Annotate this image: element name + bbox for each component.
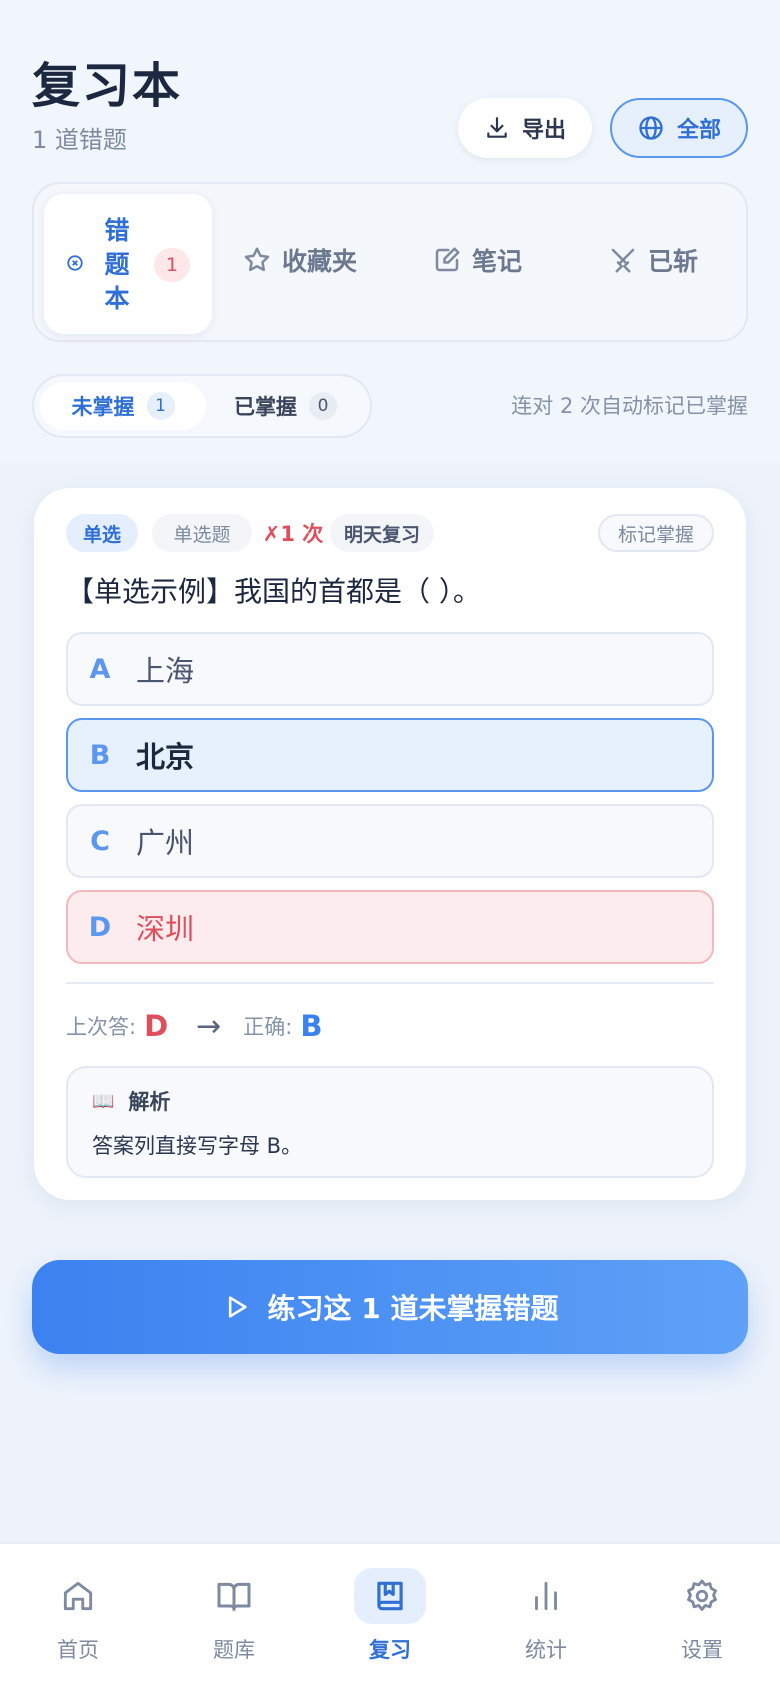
tab-slain[interactable]: 已斩: [608, 242, 698, 278]
option-letter: B: [89, 739, 111, 771]
tab-slain-label: 已斩: [648, 247, 699, 276]
nav-review[interactable]: 复习: [350, 1568, 430, 1664]
mastery-segment: 未掌握 1 已掌握 0: [32, 374, 372, 438]
question-type-tag: 单选: [66, 514, 138, 552]
nav-question-bank-label: 题库: [213, 1638, 255, 1662]
nav-stats-label: 统计: [525, 1638, 567, 1662]
export-label: 导出: [521, 118, 566, 143]
last-answer-label: 上次答:: [66, 1015, 137, 1039]
option-d[interactable]: D 深圳: [66, 890, 714, 964]
mark-mastered-button[interactable]: 标记掌握: [598, 514, 714, 552]
tab-wrong-book-badge: 1: [154, 248, 190, 282]
practice-button-label: 练习这 1 道未掌握错题: [267, 1292, 559, 1325]
question-text: 【单选示例】我国的首都是（ ）。: [66, 575, 481, 608]
nav-home[interactable]: 首页: [38, 1568, 118, 1664]
practice-button[interactable]: 练习这 1 道未掌握错题: [32, 1260, 748, 1354]
option-a[interactable]: A 上海: [66, 632, 714, 706]
auto-master-hint: 连对 2 次自动标记已掌握: [511, 394, 748, 418]
nav-stats[interactable]: 统计: [506, 1568, 586, 1664]
option-letter: C: [90, 825, 110, 857]
arrow-icon: →: [196, 1008, 222, 1044]
review-schedule-tag: 明天复习: [330, 514, 434, 552]
divider: [66, 982, 714, 984]
option-text: 上海: [136, 654, 195, 688]
play-icon: [228, 1296, 247, 1318]
crossed-swords-icon: [611, 248, 635, 273]
export-button[interactable]: 导出: [458, 98, 592, 158]
question-subtype-tag: 单选题: [152, 514, 252, 552]
option-c[interactable]: C 广州: [66, 804, 714, 878]
question-card: 单选 单选题 ✗1 次 明天复习 标记掌握 【单选示例】我国的首都是（ ）。 A…: [34, 488, 746, 1200]
book-open-icon: [198, 1568, 270, 1624]
bottom-nav: 首页 题库 复习 统计 设置: [0, 1542, 780, 1688]
nav-settings-label: 设置: [681, 1638, 723, 1662]
option-text: 深圳: [136, 912, 195, 946]
answer-comparison: 上次答: D → 正确: B: [66, 1004, 330, 1048]
option-text: 广州: [136, 826, 195, 860]
unmastered-label: 未掌握: [71, 395, 135, 419]
unmastered-count: 1: [146, 392, 175, 420]
book-icon: 📖: [92, 1090, 115, 1112]
correct-answer-label: 正确:: [243, 1015, 293, 1039]
analysis-title: 解析: [128, 1090, 171, 1114]
star-icon: [244, 247, 270, 272]
category-tabs: 错题本 1 收藏夹 笔记 已斩: [32, 182, 748, 342]
page-title: 复习本: [32, 58, 183, 114]
gear-icon: [666, 1568, 738, 1624]
download-icon: [487, 117, 507, 138]
wrong-count-tag: ✗1 次: [262, 522, 324, 546]
tab-favorites-label: 收藏夹: [282, 247, 358, 276]
mastered-toggle[interactable]: 已掌握 0: [226, 382, 366, 430]
page-subtitle: 1 道错题: [32, 126, 127, 154]
option-b[interactable]: B 北京: [66, 718, 714, 792]
correct-answer-value: B: [300, 1009, 323, 1043]
last-answer-value: D: [144, 1009, 169, 1043]
bar-chart-icon: [510, 1568, 582, 1624]
home-icon: [42, 1568, 114, 1624]
tab-notes[interactable]: 笔记: [432, 242, 522, 278]
nav-home-label: 首页: [57, 1638, 99, 1662]
filter-all-button[interactable]: 全部: [610, 98, 748, 158]
mastered-count: 0: [309, 392, 337, 420]
tab-favorites[interactable]: 收藏夹: [242, 242, 357, 278]
tab-wrong-book[interactable]: 错题本 1: [44, 194, 212, 334]
filter-all-label: 全部: [676, 118, 721, 143]
tab-wrong-book-label: 错题本: [104, 216, 130, 313]
analysis-box: 📖 解析 答案列直接写字母 B。: [66, 1066, 714, 1178]
analysis-header: 📖 解析: [92, 1086, 170, 1116]
tab-notes-label: 笔记: [472, 247, 523, 276]
nav-question-bank[interactable]: 题库: [194, 1568, 274, 1664]
globe-icon: [639, 116, 663, 140]
nav-settings[interactable]: 设置: [662, 1568, 742, 1664]
nav-review-label: 复习: [369, 1638, 411, 1662]
mastered-label: 已掌握: [234, 395, 297, 419]
option-letter: D: [88, 911, 112, 943]
note-edit-icon: [435, 247, 460, 272]
x-circle-icon: [67, 255, 83, 271]
option-letter: A: [89, 653, 111, 685]
analysis-text: 答案列直接写字母 B。: [92, 1134, 303, 1158]
option-text: 北京: [136, 740, 195, 774]
bookmark-book-icon: [354, 1568, 426, 1624]
unmastered-toggle[interactable]: 未掌握 1: [40, 382, 206, 430]
